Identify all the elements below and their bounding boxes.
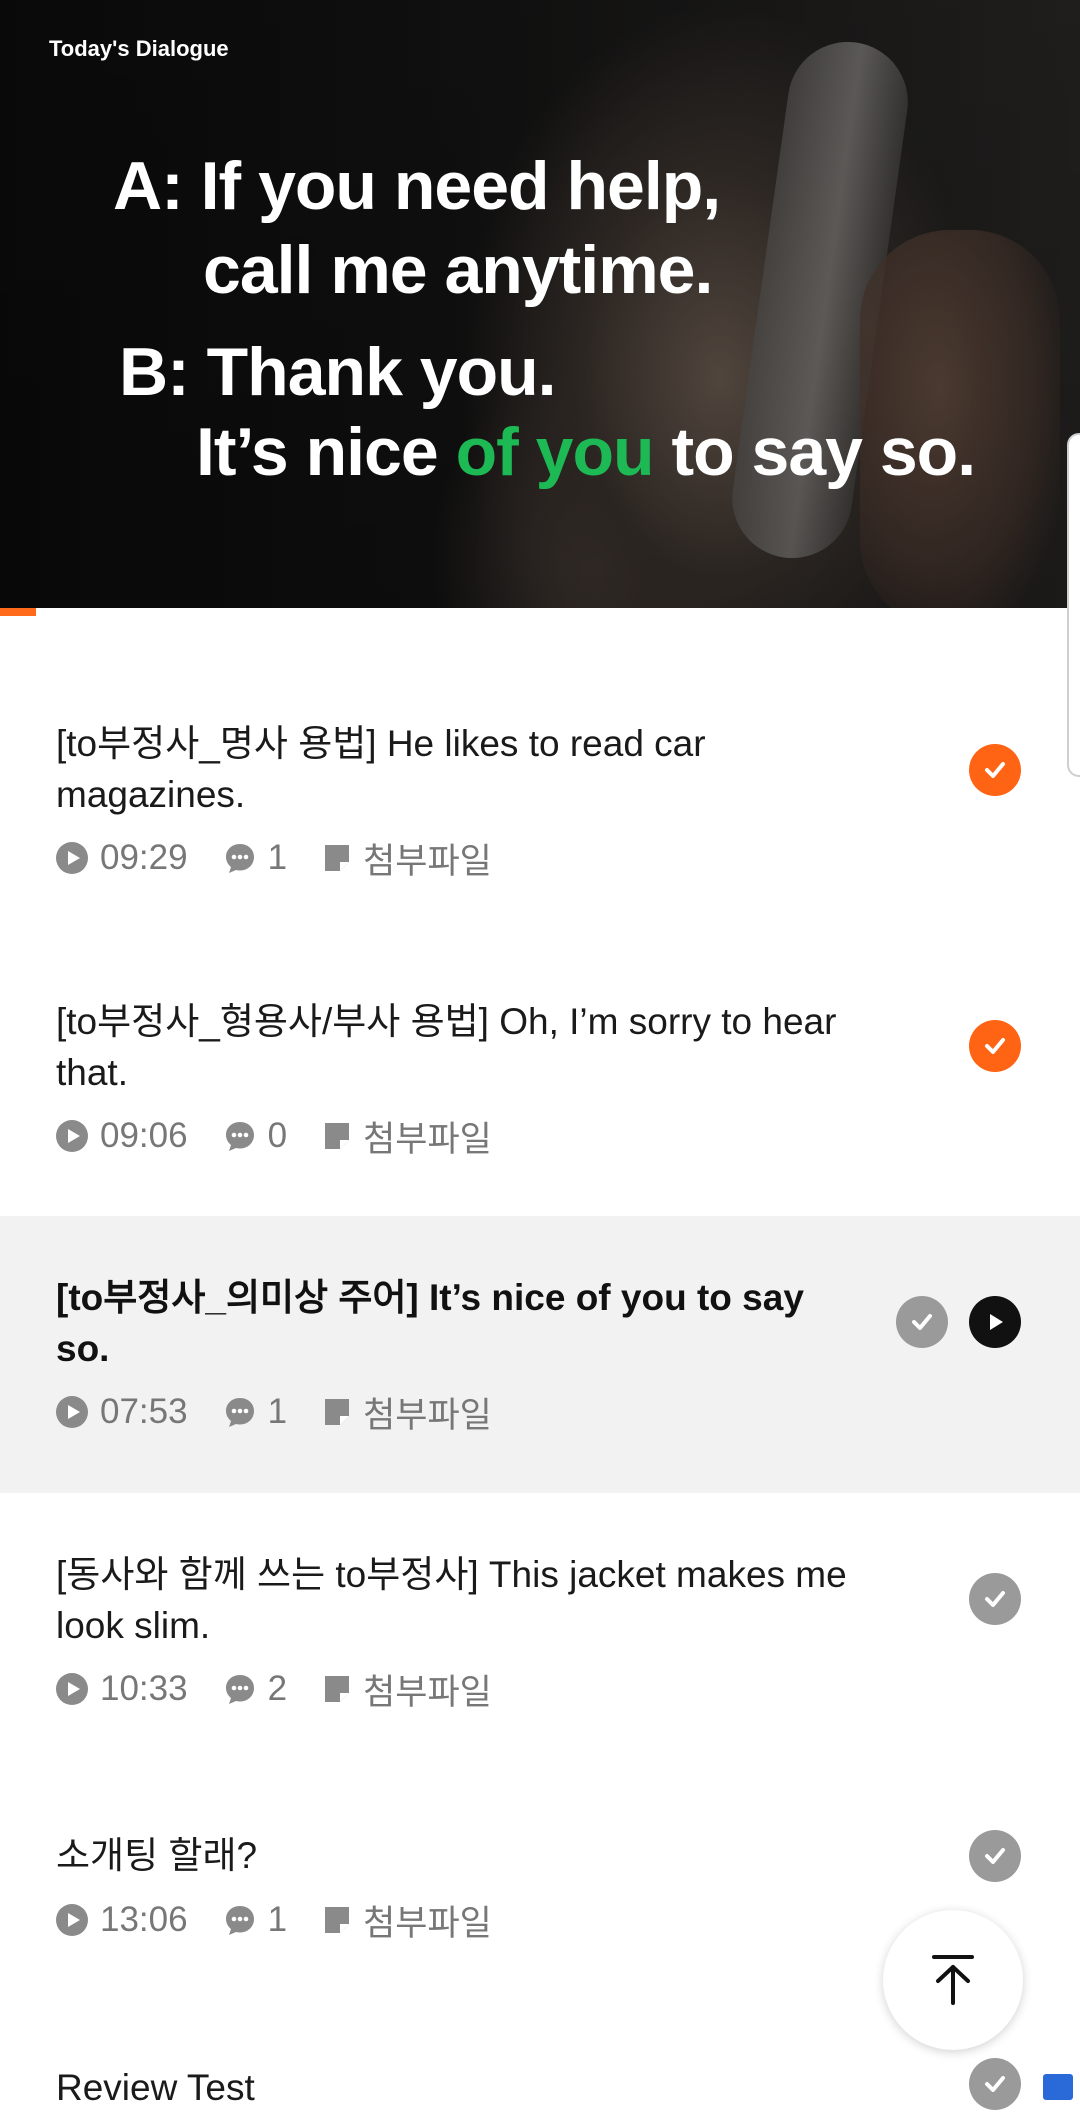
note-icon [325,1399,350,1425]
check-circle-icon [896,1296,948,1348]
lesson-title: [동사와 함께 쓰는 to부정사] This jacket makes me l… [56,1554,847,1646]
lesson-item[interactable]: [동사와 함께 쓰는 to부정사] This jacket makes me l… [0,1493,1080,1770]
dialogue-line-b2: It’s nice of you to say so. [196,414,976,490]
comment-bubble-icon [225,1675,254,1704]
lesson-duration: 13:06 [100,1900,188,1939]
dialogue-line-a1: A: If you need help, [113,148,721,224]
scroll-top-button[interactable] [883,1910,1023,2050]
attachment-label[interactable]: 첨부파일 [363,1111,492,1162]
lesson-item[interactable]: [to부정사_형용사/부사 용법] Oh, I’m sorry to hear … [0,896,1080,1216]
attachment-label[interactable]: 첨부파일 [363,833,492,884]
comment-count: 0 [267,1116,288,1155]
lesson-duration: 09:29 [100,838,188,877]
lesson-title: 소개팅 할래? [56,1835,258,1876]
check-circle-icon [969,744,1021,796]
lesson-item[interactable]: [to부정사_명사 용법] He likes to read car magaz… [0,616,1080,896]
comment-count: 2 [267,1669,288,1708]
lesson-duration: 07:53 [100,1392,188,1431]
dialogue-line-a2: call me anytime. [203,232,713,308]
lesson-duration: 10:33 [100,1669,188,1708]
lesson-duration: 09:06 [100,1116,188,1155]
lesson-meta: 13:06 1 첨부파일 [56,1900,528,1943]
play-circle-icon [56,1120,88,1152]
attachment-label[interactable]: 첨부파일 [363,1895,492,1946]
folder-icon[interactable] [1043,2074,1073,2100]
check-circle-icon [969,1573,1021,1625]
lesson-item[interactable]: Review Test [0,2030,1080,2110]
lesson-meta: 09:29 1 첨부파일 [56,838,528,881]
dialogue-highlight: of you [455,414,655,490]
dialogue-line-b1: B: Thank you. [119,334,557,410]
lesson-meta: 10:33 2 첨부파일 [56,1669,528,1712]
check-circle-icon [969,1020,1021,1072]
play-circle-icon [56,1396,88,1428]
play-circle-icon [56,1904,88,1936]
check-circle-icon [969,1830,1021,1882]
lesson-title: Review Test [56,2067,255,2108]
comment-count: 1 [267,1392,288,1431]
attachment-label[interactable]: 첨부파일 [363,1387,492,1438]
hero-banner[interactable]: Today's Dialogue A: If you need help, ca… [0,0,1080,608]
comment-bubble-icon [225,1122,254,1151]
comment-count: 1 [267,1900,288,1939]
lesson-meta: 07:53 1 첨부파일 [56,1392,528,1435]
comment-bubble-icon [225,1906,254,1935]
lesson-meta: 09:06 0 첨부파일 [56,1116,528,1159]
comment-bubble-icon [225,1398,254,1427]
comment-count: 1 [267,838,288,877]
lesson-title: [to부정사_의미상 주어] It’s nice of you to say s… [56,1277,804,1369]
comment-bubble-icon [225,844,254,873]
lesson-title: [to부정사_형용사/부사 용법] Oh, I’m sorry to hear … [56,1001,837,1093]
note-icon [325,1676,350,1702]
arrow-up-to-top-icon [932,1955,974,2005]
play-button[interactable] [969,1296,1021,1348]
play-circle-icon [56,1673,88,1705]
hero-label: Today's Dialogue [49,36,229,61]
attachment-label[interactable]: 첨부파일 [363,1664,492,1715]
play-circle-icon [56,842,88,874]
note-icon [325,845,350,871]
lesson-item-active[interactable]: [to부정사_의미상 주어] It’s nice of you to say s… [0,1216,1080,1493]
progress-indicator [0,608,36,616]
note-icon [325,1123,350,1149]
check-circle-icon [969,2058,1021,2110]
note-icon [325,1907,350,1933]
lesson-title: [to부정사_명사 용법] He likes to read car magaz… [56,723,706,815]
